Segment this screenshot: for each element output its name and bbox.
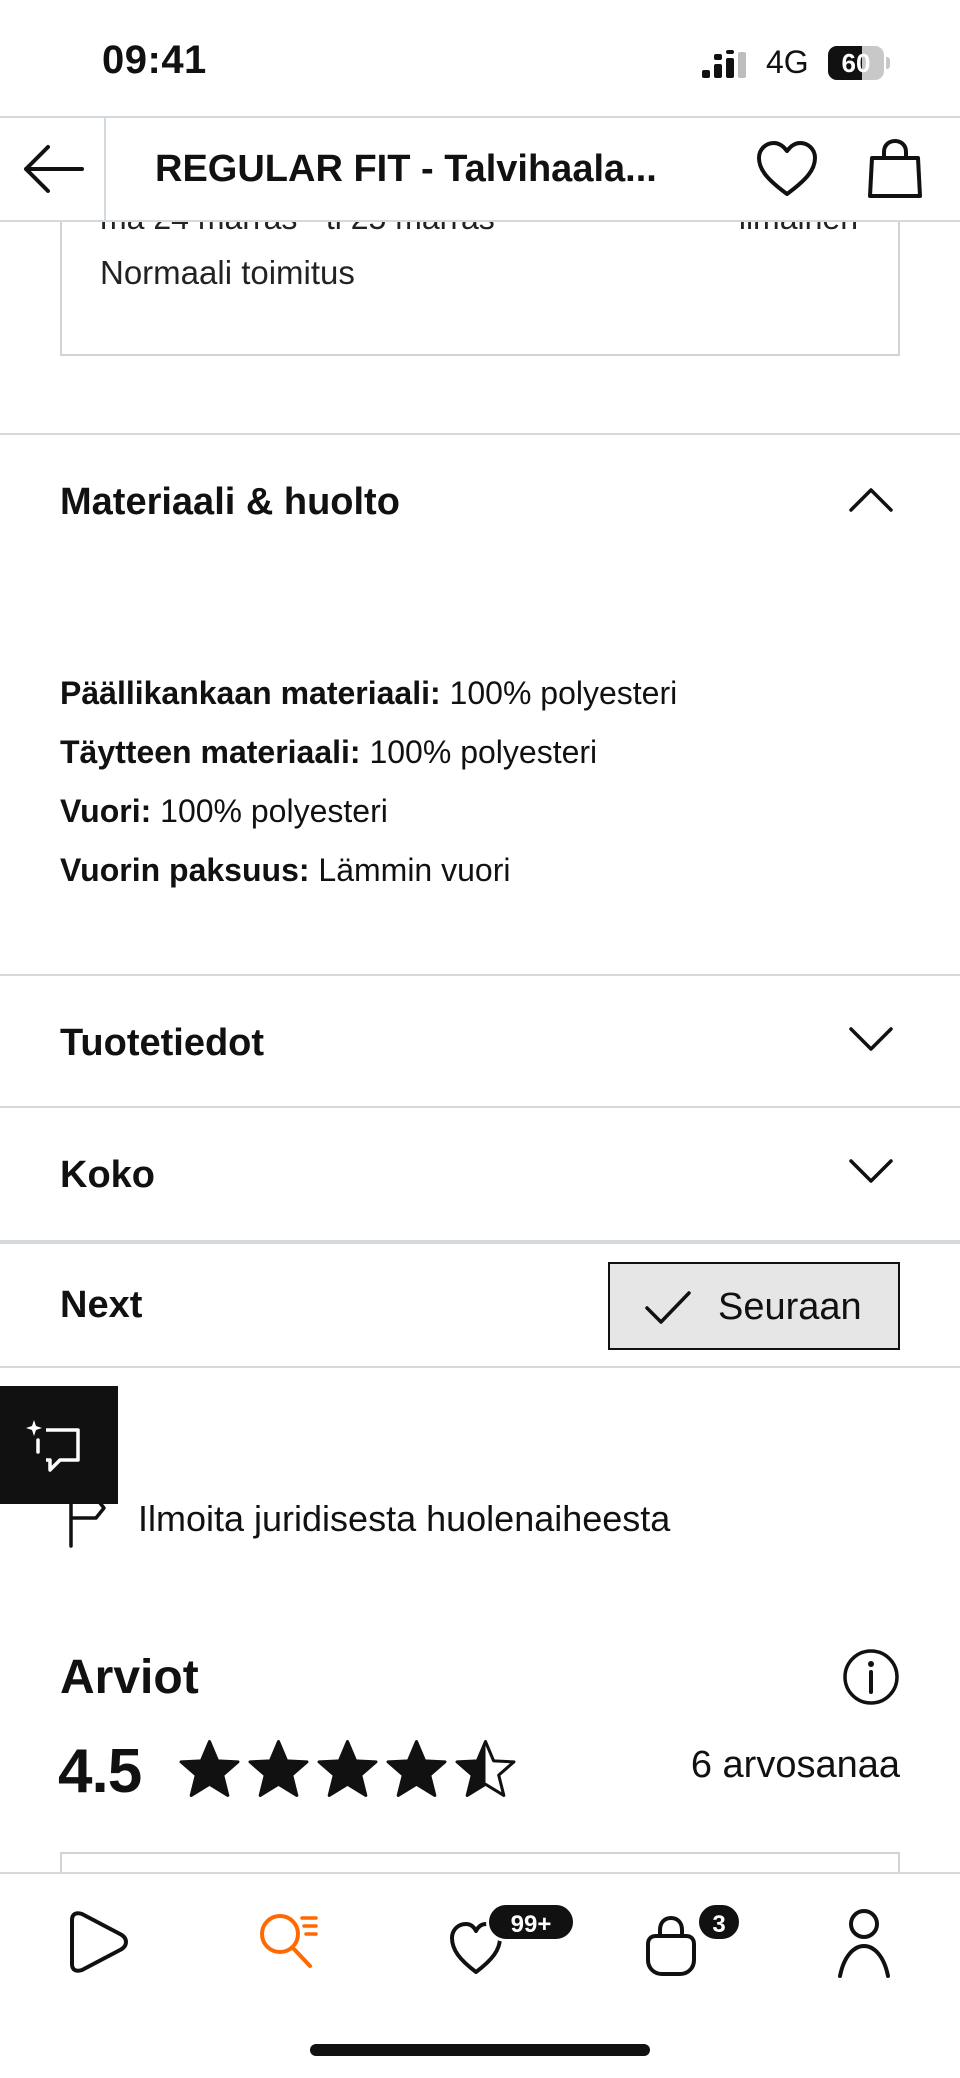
- star-full-icon: [248, 1740, 309, 1797]
- spec-key: Vuori:: [60, 793, 152, 829]
- tab-search[interactable]: [252, 1904, 332, 1984]
- feedback-button[interactable]: [0, 1386, 118, 1504]
- accordion-material-title: Materiaali & huolto: [60, 481, 400, 523]
- follow-brand-button[interactable]: Seuraan: [608, 1262, 900, 1350]
- reviews-heading: Arviot: [60, 1651, 199, 1704]
- star-full-icon: [317, 1740, 378, 1797]
- chevron-down-icon: [849, 1159, 893, 1183]
- bag-icon[interactable]: [866, 138, 924, 200]
- spec-key: Vuorin paksuus:: [60, 852, 310, 888]
- heart-icon[interactable]: [756, 140, 818, 198]
- material-spec-list: Päällikankaan materiaali: 100% polyester…: [60, 664, 900, 900]
- star-full-icon: [386, 1740, 447, 1797]
- spec-value: 100% polyesteri: [369, 734, 598, 770]
- user-icon: [838, 1909, 890, 1978]
- info-icon[interactable]: [842, 1648, 900, 1706]
- spec-value: Lämmin vuori: [318, 852, 511, 888]
- home-play-icon: [70, 1911, 128, 1973]
- tab-profile[interactable]: [834, 1904, 914, 1984]
- status-bar: 09:41 4G 60: [0, 0, 960, 116]
- checkmark-icon: [645, 1291, 691, 1324]
- spec-row: Päällikankaan materiaali: 100% polyester…: [60, 664, 900, 723]
- battery-percent: 60: [841, 48, 871, 78]
- follow-button-label: Seuraan: [718, 1286, 862, 1328]
- delivery-option-card: ma 24 marras - ti 25 marras ilmainen Nor…: [60, 222, 900, 356]
- accordion-size[interactable]: Koko: [0, 1108, 960, 1240]
- signal-icon: [702, 50, 746, 78]
- chevron-down-icon: [849, 1027, 893, 1051]
- spec-row: Vuorin paksuus: Lämmin vuori: [60, 841, 900, 900]
- delivery-type: Normaali toimitus: [100, 254, 355, 291]
- chevron-up-icon: [849, 488, 893, 512]
- rating-count: 6 arvosanaa: [690, 1744, 900, 1786]
- cart-count-badge: 3: [696, 1902, 742, 1942]
- back-button[interactable]: [0, 118, 106, 220]
- report-legal-concern-link[interactable]: Ilmoita juridisesta huolenaiheesta: [66, 1490, 900, 1550]
- wishlist-count-badge: 99+: [486, 1902, 576, 1942]
- delivery-dates: ma 24 marras - ti 25 marras: [100, 222, 495, 237]
- star-rating: [178, 1738, 518, 1800]
- bottom-tab-bar: 99+ 3: [0, 1872, 960, 2078]
- network-type: 4G: [766, 44, 809, 80]
- status-time: 09:41: [102, 38, 207, 82]
- arrow-left-icon: [24, 145, 84, 193]
- product-title: REGULAR FIT - Talvihaala...: [155, 148, 657, 190]
- feedback-icon: [26, 1420, 80, 1472]
- spec-key: Täytteen materiaali:: [60, 734, 361, 770]
- rating-value: 4.5: [58, 1737, 142, 1806]
- search-icon: [260, 1914, 318, 1968]
- report-label: Ilmoita juridisesta huolenaiheesta: [138, 1498, 671, 1539]
- spec-row: Vuori: 100% polyesteri: [60, 782, 900, 841]
- spec-value: 100% polyesteri: [160, 793, 388, 829]
- accordion-product-info-title: Tuotetiedot: [60, 1022, 265, 1064]
- accordion-product-info[interactable]: Tuotetiedot: [0, 976, 960, 1106]
- spec-key: Päällikankaan materiaali:: [60, 675, 441, 711]
- top-navigation: REGULAR FIT - Talvihaala...: [0, 116, 960, 222]
- divider: [0, 1240, 960, 1244]
- accordion-material[interactable]: Materiaali & huolto: [0, 435, 960, 575]
- accordion-size-title: Koko: [60, 1154, 155, 1196]
- spec-value: 100% polyesteri: [449, 675, 678, 711]
- home-indicator: [310, 2044, 650, 2056]
- spec-row: Täytteen materiaali: 100% polyesteri: [60, 723, 900, 782]
- tab-home[interactable]: [58, 1904, 138, 1984]
- delivery-price: ilmainen: [739, 222, 858, 237]
- star-half-icon: [455, 1740, 516, 1797]
- battery-icon: 60: [828, 46, 890, 80]
- divider: [0, 1366, 960, 1368]
- brand-name: Next: [60, 1284, 143, 1326]
- star-full-icon: [179, 1740, 240, 1797]
